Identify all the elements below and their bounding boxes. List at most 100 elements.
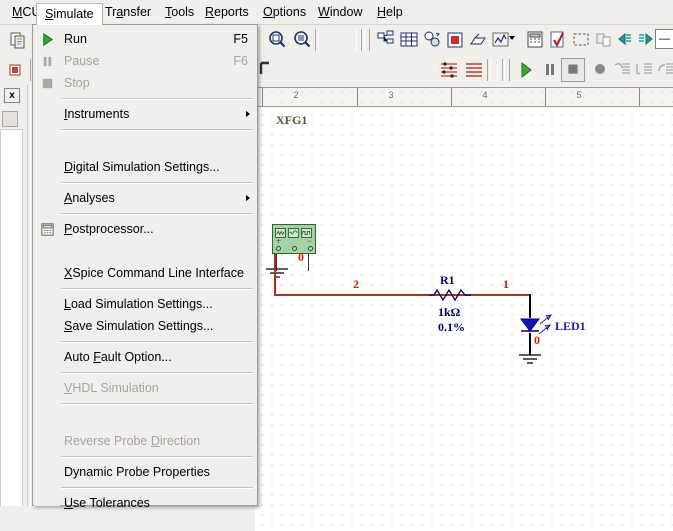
menu-separator — [61, 129, 253, 131]
menu-item-label: Pause — [64, 54, 100, 68]
back-annotate-icon[interactable] — [613, 28, 637, 52]
chevron-down-icon[interactable] — [509, 36, 515, 40]
run-play-icon — [40, 32, 55, 47]
hierarchy-icon[interactable] — [374, 28, 398, 52]
menu-item-simulation-error-log[interactable] — [34, 241, 258, 262]
zoom-region-icon[interactable] — [265, 28, 289, 52]
wire-minus-stub — [308, 254, 309, 271]
terminal-minus[interactable] — [308, 246, 313, 251]
cursor-tool-icon[interactable] — [255, 58, 279, 82]
erc-check-icon[interactable] — [546, 28, 570, 52]
menu-item-run[interactable]: Run F5 — [34, 29, 258, 50]
spreadsheet-icon[interactable] — [397, 28, 421, 52]
menu-item-auto-fault-option[interactable]: Auto Fault Option... — [34, 347, 258, 368]
step-over-icon[interactable] — [632, 58, 656, 82]
record-icon[interactable] — [588, 58, 612, 82]
menu-item-stop[interactable]: Stop — [34, 73, 258, 94]
wire-vertical-left[interactable] — [274, 254, 276, 295]
grid-dots — [255, 107, 673, 531]
toolbar-separator — [315, 29, 319, 51]
menu-tools[interactable]: Tools — [157, 3, 202, 22]
resistor-symbol[interactable] — [429, 287, 477, 303]
menu-item-vhdl-simulation[interactable]: VHDL Simulation — [34, 378, 258, 399]
schematic-canvas[interactable]: XFG1 + − 0 2 R1 1kΩ 0.1% 1 LED1 0 — [255, 107, 673, 531]
menu-item-reverse-probe-direction[interactable]: Reverse Probe Direction — [34, 431, 258, 452]
menu-item-clear-instrument-data[interactable]: Dynamic Probe Properties — [34, 462, 258, 483]
menu-item-label: Reverse Probe Direction — [64, 434, 201, 448]
wire-r1-to-led[interactable] — [475, 294, 530, 296]
stop-square-icon[interactable] — [561, 58, 585, 82]
menu-item-postprocessor[interactable]: Postprocessor... — [34, 219, 258, 240]
simulate-dropdown-menu[interactable]: Run F5 Pause F6 Stop Instruments Digital… — [32, 24, 258, 510]
menu-item-use-tolerances[interactable]: Use Tolerances — [34, 493, 258, 514]
menu-item-accel: F6 — [233, 54, 248, 68]
toolbar-grip[interactable] — [497, 59, 503, 81]
wire-led-bottom[interactable] — [529, 333, 531, 355]
menu-item-instruments[interactable]: Instruments — [34, 104, 258, 125]
menu-item-label: Stop — [64, 76, 90, 90]
in-use-list-icon[interactable] — [466, 28, 490, 52]
menu-help[interactable]: Help — [369, 3, 411, 22]
menu-simulate[interactable]: Simulate — [36, 3, 103, 25]
menu-item-accel: F5 — [233, 32, 248, 46]
close-icon[interactable]: x — [4, 88, 20, 103]
menu-transfer[interactable]: Transfer — [97, 3, 159, 22]
list-view-icon[interactable] — [462, 58, 486, 82]
menu-item-digital-simulation-settings[interactable]: Digital Simulation Settings... — [34, 157, 258, 178]
step-into-icon[interactable] — [610, 58, 634, 82]
menu-item-xspice-command-line[interactable]: XSpice Command Line Interface — [34, 263, 258, 284]
terminal-plus[interactable] — [276, 246, 281, 251]
postprocessor-icon[interactable] — [523, 28, 547, 52]
menu-separator — [61, 182, 253, 184]
zoom-combo[interactable]: — — [655, 29, 673, 49]
select-area-icon[interactable] — [569, 28, 593, 52]
copy-icon[interactable] — [6, 28, 30, 52]
place-probe-icon[interactable] — [437, 58, 461, 82]
terminal-minus-label: − — [307, 236, 313, 246]
menu-item-label: Instruments — [64, 107, 130, 121]
database-icon[interactable] — [443, 28, 467, 52]
terminal-plus-label: + — [276, 236, 282, 246]
menu-item-label: Use Tolerances — [64, 496, 150, 510]
toolbar-grip[interactable] — [364, 29, 370, 51]
wire-led-top[interactable] — [529, 294, 531, 318]
node-label-0b: 0 — [534, 333, 540, 347]
submenu-arrow-icon — [246, 195, 250, 201]
menu-item-dynamic-probe-properties[interactable] — [34, 409, 258, 430]
toolbar-grip[interactable] — [504, 59, 510, 81]
dock-toggle-icon[interactable] — [2, 111, 18, 127]
menu-window[interactable]: Window — [310, 3, 370, 22]
terminal-common[interactable] — [292, 246, 297, 251]
menu-separator — [61, 456, 253, 458]
left-dock-panel: x — [0, 85, 28, 531]
menu-separator — [61, 213, 253, 215]
zoom-fit-icon[interactable] — [290, 28, 314, 52]
menu-item-analyses[interactable]: Analyses — [34, 188, 258, 209]
menu-item-save-simulation-settings[interactable]: Save Simulation Settings... — [34, 316, 258, 337]
sine-wave-icon[interactable] — [288, 228, 299, 238]
pause-icon[interactable] — [538, 58, 562, 82]
run-play-icon[interactable] — [514, 58, 538, 82]
node-label-0a: 0 — [298, 250, 304, 264]
menu-item-label: Run — [64, 32, 87, 46]
menu-item-label: XSpice Command Line Interface — [64, 266, 244, 280]
menu-item-load-simulation-settings[interactable]: Load Simulation Settings... — [34, 294, 258, 315]
menu-item-interactive-simulation-settings[interactable] — [34, 135, 258, 156]
menu-separator — [61, 372, 253, 374]
menu-options[interactable]: Options — [255, 3, 314, 22]
menu-item-pause[interactable]: Pause F6 — [34, 51, 258, 72]
menu-separator — [61, 487, 253, 489]
component-edit-icon[interactable] — [4, 58, 28, 82]
horizontal-ruler: 2 3 4 5 — [255, 87, 673, 107]
toolbar-grip[interactable] — [356, 29, 362, 51]
function-generator-body[interactable]: + − — [272, 224, 316, 254]
step-out-icon[interactable] — [654, 58, 673, 82]
postprocessor-icon — [40, 222, 55, 237]
menu-item-label: Digital Simulation Settings... — [64, 160, 220, 174]
menu-reports[interactable]: Reports — [197, 3, 257, 22]
menu-bar: MCU Simulate Transfer Tools Reports Opti… — [0, 0, 673, 25]
grapher-icon[interactable] — [489, 28, 513, 52]
instrument-reference-label: XFG1 — [276, 113, 308, 127]
toolbar-separator — [487, 59, 491, 81]
netlist-icon[interactable] — [420, 28, 444, 52]
